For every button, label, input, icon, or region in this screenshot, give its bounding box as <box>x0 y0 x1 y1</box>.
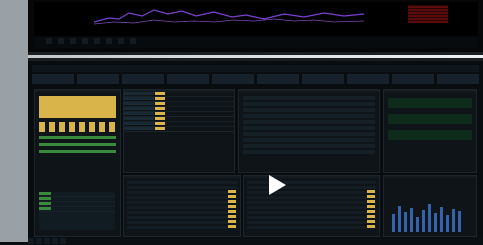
watchlist-panel <box>123 89 235 173</box>
cell <box>155 92 165 95</box>
cell <box>155 102 165 105</box>
top-tab[interactable] <box>82 38 88 44</box>
volume-chart-panel <box>383 175 477 237</box>
left-panel <box>34 89 121 237</box>
cell <box>124 122 154 125</box>
status-block <box>388 130 472 140</box>
ticker-change <box>302 78 344 82</box>
status-bar <box>39 136 116 139</box>
yellow-indicators <box>367 190 375 230</box>
yellow-indicators <box>228 190 236 230</box>
ticker-row <box>32 74 479 84</box>
status-block <box>388 114 472 124</box>
taskbar-item[interactable] <box>44 238 50 244</box>
cell <box>155 117 165 120</box>
status-cell <box>39 202 51 205</box>
ticker[interactable] <box>212 74 254 84</box>
status-cell <box>39 197 51 200</box>
ticker[interactable] <box>437 74 479 84</box>
heatmap-row <box>39 122 116 132</box>
taskbar-item[interactable] <box>28 238 34 244</box>
cell <box>124 92 154 95</box>
ticker-change <box>212 78 254 82</box>
top-monitor-screen <box>34 2 478 36</box>
ticker-change <box>32 78 74 82</box>
taskbar-item[interactable] <box>52 238 58 244</box>
cell <box>155 107 165 110</box>
cell <box>124 107 154 110</box>
ticker-change <box>437 78 479 82</box>
list-item[interactable] <box>39 207 115 212</box>
bottom-monitor <box>28 58 483 245</box>
status-block <box>388 98 472 108</box>
cell <box>155 112 165 115</box>
cell <box>124 112 154 115</box>
top-tab[interactable] <box>46 38 52 44</box>
volume-chart <box>384 184 476 234</box>
status-bar <box>39 143 116 146</box>
right-panel <box>383 89 477 173</box>
top-tabs <box>46 38 136 44</box>
bottom-toolbar <box>32 65 479 72</box>
toolbar-strip <box>32 65 479 72</box>
ticker[interactable] <box>347 74 389 84</box>
cell <box>124 117 154 120</box>
panel-title <box>239 90 379 92</box>
ticker[interactable] <box>257 74 299 84</box>
ticker-change <box>392 78 434 82</box>
ticker-change <box>122 78 164 82</box>
panel-title <box>384 90 476 92</box>
orders-panel <box>238 89 380 173</box>
taskbar-item[interactable] <box>36 238 42 244</box>
top-tab[interactable] <box>130 38 136 44</box>
ticker-change <box>77 78 119 82</box>
orders-table <box>243 96 375 156</box>
top-tab[interactable] <box>118 38 124 44</box>
cell <box>155 127 165 130</box>
cell <box>155 122 165 125</box>
yellow-heatmap <box>39 96 116 118</box>
news-panel <box>123 175 241 237</box>
price-chart <box>94 4 364 26</box>
taskbar-item[interactable] <box>60 238 66 244</box>
ticker[interactable] <box>77 74 119 84</box>
top-tab[interactable] <box>94 38 100 44</box>
cell <box>124 127 154 130</box>
video-thumbnail <box>0 0 483 245</box>
status-bar <box>39 150 116 153</box>
mini-list <box>39 192 115 230</box>
status-cell <box>39 192 51 195</box>
cell <box>124 97 154 100</box>
panel-title <box>35 90 120 92</box>
status-cell <box>39 207 51 210</box>
ticker[interactable] <box>392 74 434 84</box>
bottom-taskbar <box>28 237 483 245</box>
top-tab[interactable] <box>58 38 64 44</box>
panel-title <box>124 176 240 178</box>
news-list <box>127 181 237 229</box>
ticker[interactable] <box>32 74 74 84</box>
play-icon <box>269 175 286 195</box>
top-tab[interactable] <box>70 38 76 44</box>
play-button[interactable] <box>255 165 295 205</box>
ticker[interactable] <box>122 74 164 84</box>
ticker-change <box>167 78 209 82</box>
table-row[interactable] <box>124 127 234 132</box>
panel-title <box>384 176 476 178</box>
ticker[interactable] <box>167 74 209 84</box>
ticker-change <box>257 78 299 82</box>
top-tab[interactable] <box>106 38 112 44</box>
ticker-change <box>347 78 389 82</box>
red-heatmap <box>408 5 448 23</box>
top-monitor <box>28 0 483 55</box>
left-pillar <box>0 0 28 242</box>
cell <box>124 102 154 105</box>
cell <box>155 97 165 100</box>
ticker[interactable] <box>302 74 344 84</box>
